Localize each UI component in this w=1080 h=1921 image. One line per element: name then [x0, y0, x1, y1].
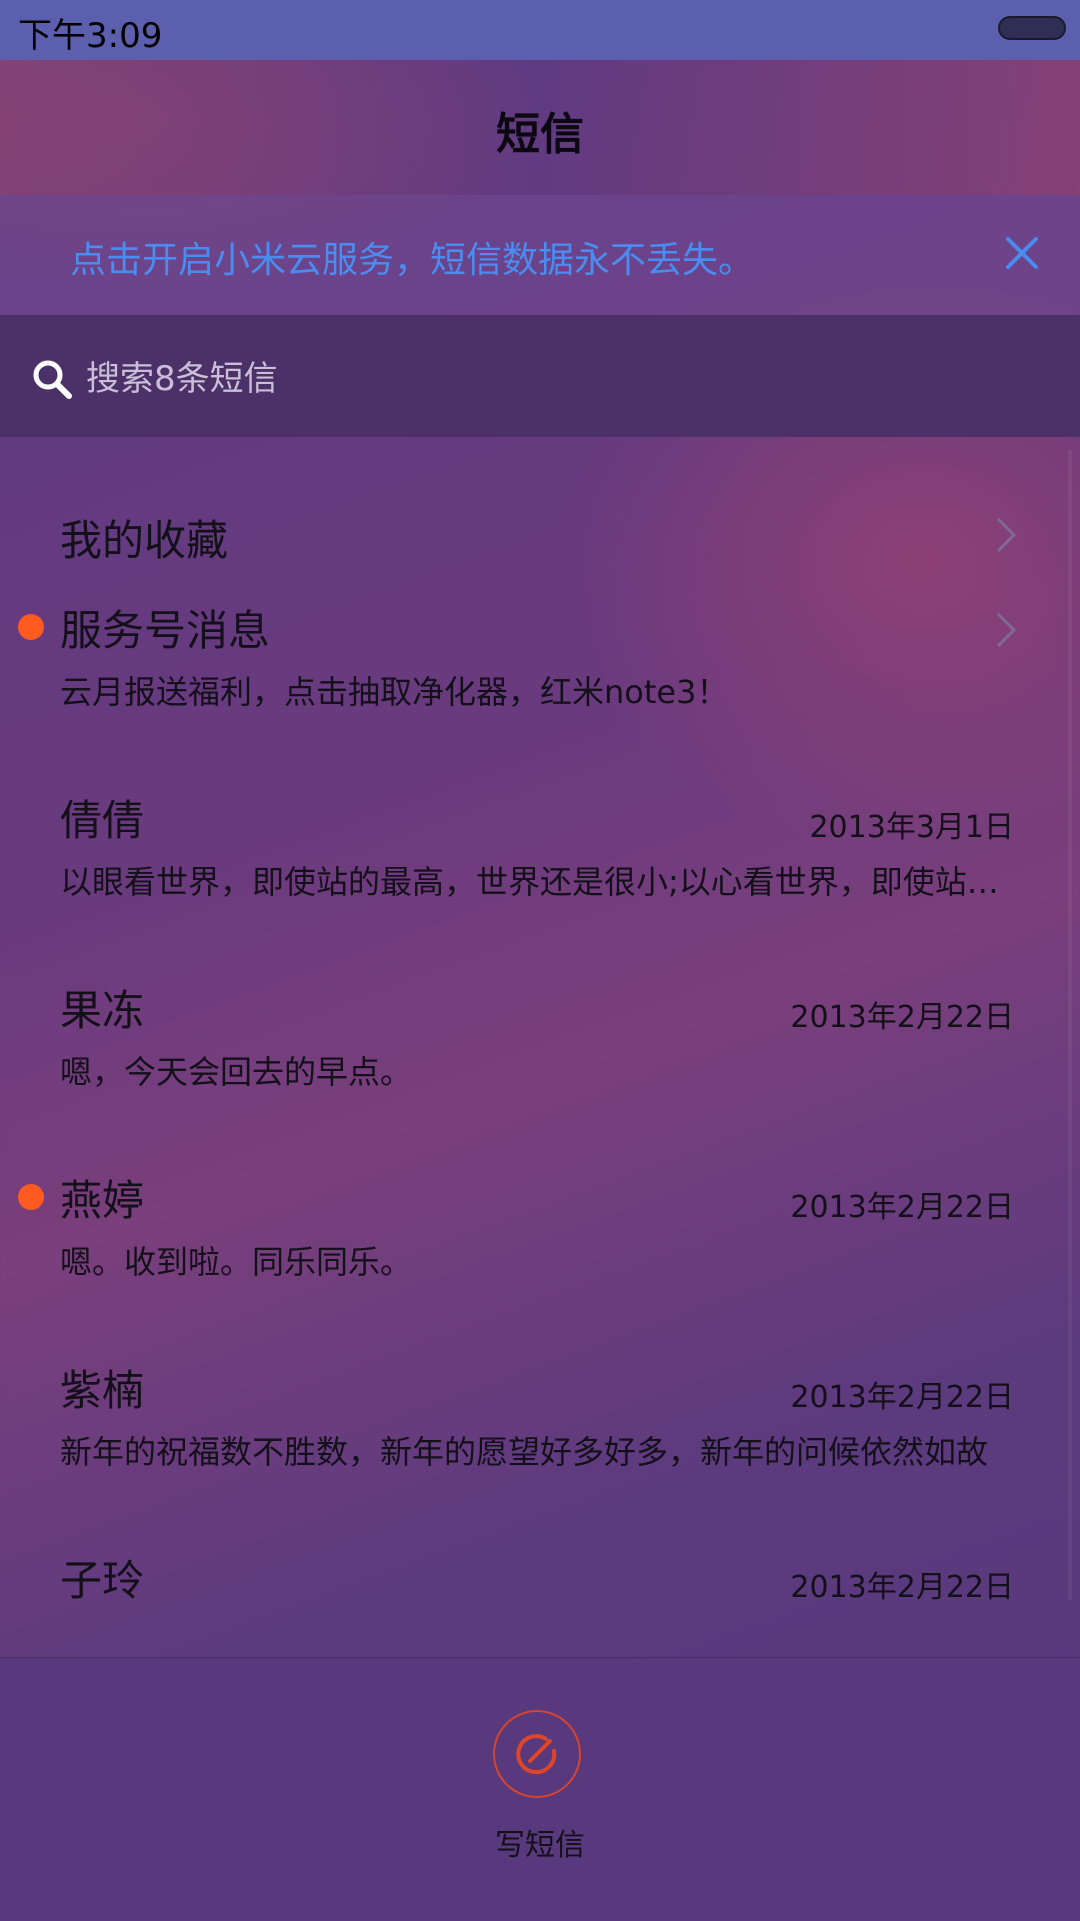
unread-dot [18, 614, 44, 640]
service-preview: 云月报送福利，点击抽取净化器，红米note3！ [60, 673, 729, 711]
favorites-row[interactable]: 我的收藏 [0, 437, 1080, 617]
message-preview: 以眼看世界，即使站的最高，世界还是很小;以心看世界，即使站的最低，世界也是很大 [60, 863, 1015, 901]
bottom-bar: 写短信 [0, 1657, 1080, 1921]
contact-name: 倩倩 [60, 796, 145, 845]
contact-name: 紫楠 [60, 1366, 145, 1415]
status-time: 下午3:09 [18, 16, 163, 56]
search-input[interactable]: 搜索8条短信 [86, 351, 278, 400]
title-bar: 短信 [0, 60, 1080, 195]
contact-name: 子玲 [60, 1556, 145, 1605]
battery-icon [998, 16, 1066, 40]
cloud-service-banner[interactable]: 点击开启小米云服务，短信数据永不丢失。 [0, 195, 1080, 315]
message-date: 2013年2月22日 [790, 1570, 1014, 1605]
conversation-row[interactable]: 子玲 2013年2月22日 [0, 1556, 1080, 1657]
message-preview: 嗯。收到啦。同乐同乐。 [60, 1243, 413, 1281]
message-date: 2013年2月22日 [790, 1000, 1014, 1035]
compose-label[interactable]: 写短信 [470, 1820, 610, 1864]
conversation-row[interactable]: 倩倩 2013年3月1日 以眼看世界，即使站的最高，世界还是很小;以心看世界，即… [0, 796, 1080, 997]
search-icon [33, 360, 72, 399]
chevron-right-icon [996, 517, 1017, 553]
chevron-right-icon [996, 612, 1017, 648]
favorites-title: 我的收藏 [60, 516, 229, 565]
unread-dot [18, 1184, 44, 1210]
compose-button[interactable]: 写短信 [490, 1710, 590, 1870]
service-messages-row[interactable]: 服务号消息 云月报送福利，点击抽取净化器，红米note3！ [0, 606, 1080, 807]
message-date: 2013年2月22日 [790, 1380, 1014, 1415]
message-preview: 嗯，今天会回去的早点。 [60, 1053, 413, 1091]
list-scrollbar[interactable] [1068, 450, 1072, 1600]
message-date: 2013年2月22日 [790, 1190, 1014, 1225]
conversation-list[interactable]: 我的收藏 服务号消息 云月报送福利，点击抽取净化器，红米note3！ 倩倩 20… [0, 437, 1080, 1657]
message-preview: 新年的祝福数不胜数，新年的愿望好多好多，新年的问候依然如故 [60, 1433, 989, 1471]
message-date: 2013年3月1日 [809, 810, 1014, 845]
search-bar[interactable]: 搜索8条短信 [0, 315, 1080, 437]
contact-name: 果冻 [60, 986, 145, 1035]
service-title: 服务号消息 [60, 606, 271, 655]
conversation-row[interactable]: 果冻 2013年2月22日 嗯，今天会回去的早点。 [0, 986, 1080, 1187]
compose-icon[interactable] [514, 1731, 560, 1777]
status-bar: 下午3:09 [0, 0, 1080, 60]
page-title: 短信 [496, 109, 584, 160]
cloud-banner-text[interactable]: 点击开启小米云服务，短信数据永不丢失。 [70, 231, 754, 283]
contact-name: 燕婷 [60, 1176, 145, 1225]
conversation-row[interactable]: 燕婷 2013年2月22日 嗯。收到啦。同乐同乐。 [0, 1176, 1080, 1377]
close-icon[interactable] [1000, 231, 1044, 275]
conversation-row[interactable]: 紫楠 2013年2月22日 新年的祝福数不胜数，新年的愿望好多好多，新年的问候依… [0, 1366, 1080, 1567]
